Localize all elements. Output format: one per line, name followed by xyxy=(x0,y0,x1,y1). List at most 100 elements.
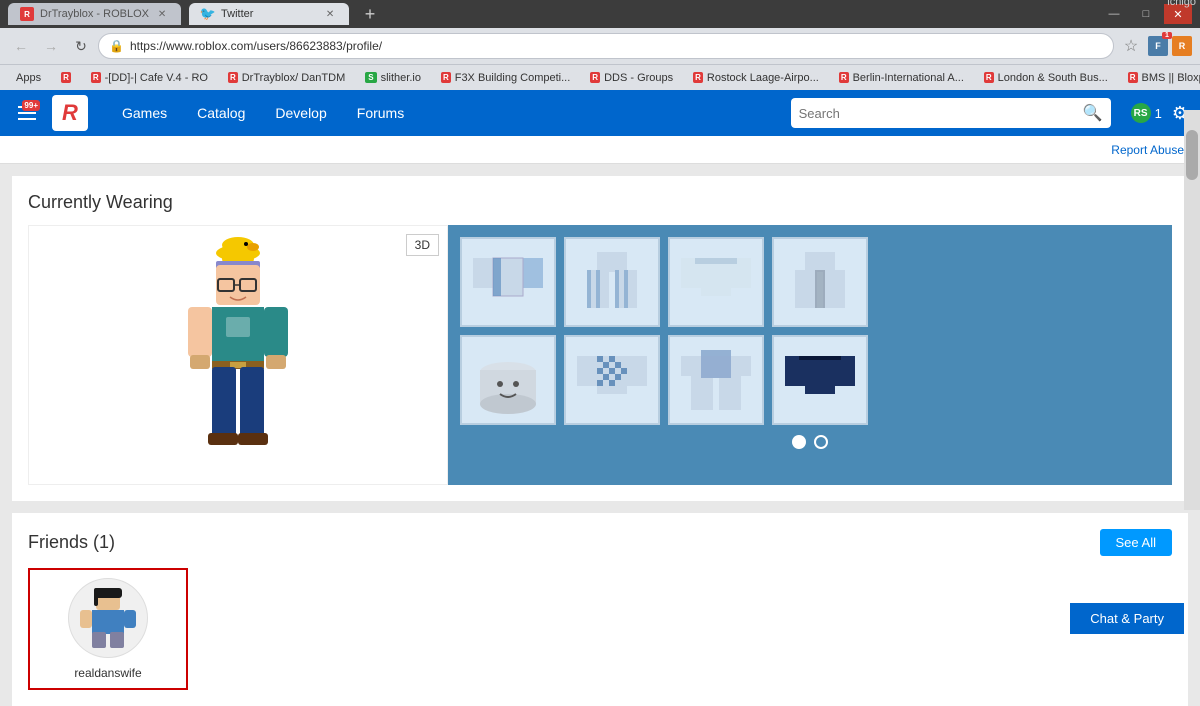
nav-bar: ← → ↻ 🔒 https://www.roblox.com/users/866… xyxy=(0,28,1200,64)
bookmarks-bar: Apps R R -[DD]-| Cafe V.4 - RO R DrTrayb… xyxy=(0,64,1200,90)
avatar-preview-area: 3D xyxy=(28,225,448,485)
currently-wearing-title: Currently Wearing xyxy=(28,192,1172,213)
minimize-button[interactable]: — xyxy=(1100,4,1128,24)
bms-label: BMS || Bloxport Midd... xyxy=(1142,72,1200,84)
header-right: RS 1 ⚙ xyxy=(1131,103,1188,124)
browser-chrome: ichigo R DrTrayblox - ROBLOX ✕ 🐦 Twitter… xyxy=(0,0,1200,90)
tab-twitter-close[interactable]: ✕ xyxy=(323,7,337,21)
rostock-icon: R xyxy=(693,72,703,83)
notification-badge: 99+ xyxy=(22,100,40,111)
cafe-label: -[DD]-| Cafe V.4 - RO xyxy=(105,72,208,84)
scrollbar[interactable] xyxy=(1184,110,1200,510)
rostock-label: Rostock Laage-Airpo... xyxy=(707,72,819,84)
chat-party-button[interactable]: Chat & Party xyxy=(1070,603,1184,634)
currently-wearing-section: Currently Wearing 3D xyxy=(12,176,1188,501)
london-label: London & South Bus... xyxy=(998,72,1108,84)
f3x-icon: R xyxy=(441,72,451,83)
tab-roblox-label: DrTrayblox - ROBLOX xyxy=(40,8,149,20)
see-all-button[interactable]: See All xyxy=(1100,529,1172,556)
slither-icon: S xyxy=(365,72,376,83)
extension-icon-1[interactable]: F 1 xyxy=(1148,36,1168,56)
items-row-1 xyxy=(460,237,1160,327)
item-8[interactable] xyxy=(772,335,868,425)
hamburger-line-2 xyxy=(18,112,36,114)
bookmark-roblox-r[interactable]: R xyxy=(53,67,79,89)
bookmark-berlin[interactable]: R Berlin-International A... xyxy=(831,67,972,89)
items-grid xyxy=(448,225,1172,485)
page-content: Report Abuse Currently Wearing 3D xyxy=(0,136,1200,706)
forward-button[interactable]: → xyxy=(38,33,64,59)
new-tab-button[interactable]: + xyxy=(357,1,383,27)
nav-develop[interactable]: Develop xyxy=(261,99,340,127)
search-icon[interactable]: 🔍 xyxy=(1083,103,1103,123)
bookmark-apps[interactable]: Apps xyxy=(8,67,49,89)
address-bar[interactable]: 🔒 https://www.roblox.com/users/86623883/… xyxy=(98,33,1114,59)
back-button[interactable]: ← xyxy=(8,33,34,59)
main-nav: Games Catalog Develop Forums xyxy=(108,99,418,127)
toggle-3d-button[interactable]: 3D xyxy=(406,234,439,256)
extension-icon-2[interactable]: R xyxy=(1172,36,1192,56)
twitter-favicon: 🐦 xyxy=(201,7,215,21)
item-1[interactable] xyxy=(460,237,556,327)
bookmark-f3x[interactable]: R F3X Building Competi... xyxy=(433,67,578,89)
tab-roblox-close[interactable]: ✕ xyxy=(155,7,169,21)
item-6[interactable] xyxy=(564,335,660,425)
nav-forums[interactable]: Forums xyxy=(343,99,418,127)
pagination-dot-2[interactable] xyxy=(814,435,828,449)
bookmark-slither[interactable]: S slither.io xyxy=(357,67,429,89)
item-7[interactable] xyxy=(668,335,764,425)
refresh-button[interactable]: ↻ xyxy=(68,33,94,59)
item-4[interactable] xyxy=(772,237,868,327)
robux-icon: RS xyxy=(1131,103,1151,123)
report-bar: Report Abuse xyxy=(0,136,1200,164)
bms-icon: R xyxy=(1128,72,1138,83)
browser-profile: ichigo xyxy=(1167,0,1196,8)
roblox-r-icon: R xyxy=(61,72,71,83)
roblox-header: 99+ R Games Catalog Develop Forums 🔍 RS … xyxy=(0,90,1200,136)
friend-card-realdanswife[interactable]: realdanswife xyxy=(28,568,188,690)
scroll-thumb[interactable] xyxy=(1186,130,1198,180)
report-abuse-link[interactable]: Report Abuse xyxy=(1111,143,1184,157)
apps-label: Apps xyxy=(16,72,41,84)
pagination-dot-1[interactable] xyxy=(792,435,806,449)
f3x-label: F3X Building Competi... xyxy=(455,72,571,84)
slither-label: slither.io xyxy=(381,72,421,84)
pagination-dots xyxy=(460,425,1160,453)
items-row-2 xyxy=(460,335,1160,425)
berlin-icon: R xyxy=(839,72,849,83)
cafe-icon: R xyxy=(91,72,101,83)
drtrayblox-bm-icon: R xyxy=(228,72,238,83)
nav-games[interactable]: Games xyxy=(108,99,181,127)
bookmark-bms[interactable]: R BMS || Bloxport Midd... xyxy=(1120,67,1200,89)
search-bar[interactable]: 🔍 xyxy=(791,98,1111,128)
item-5[interactable] xyxy=(460,335,556,425)
bookmark-dds[interactable]: R DDS - Groups xyxy=(582,67,681,89)
friend-username: realdanswife xyxy=(74,666,141,680)
tab-roblox[interactable]: R DrTrayblox - ROBLOX ✕ xyxy=(8,3,181,25)
url-text: https://www.roblox.com/users/86623883/pr… xyxy=(130,39,382,53)
search-input[interactable] xyxy=(799,106,1077,121)
london-icon: R xyxy=(984,72,994,83)
berlin-label: Berlin-International A... xyxy=(853,72,964,84)
ssl-lock-icon: 🔒 xyxy=(109,39,124,53)
robux-count: 1 xyxy=(1155,106,1162,121)
item-3[interactable] xyxy=(668,237,764,327)
roblox-logo[interactable]: R xyxy=(52,95,88,131)
item-2[interactable] xyxy=(564,237,660,327)
bookmark-drtrayblox[interactable]: R DrTrayblox/ DanTDM xyxy=(220,67,353,89)
bookmark-london[interactable]: R London & South Bus... xyxy=(976,67,1116,89)
hamburger-menu-button[interactable]: 99+ xyxy=(12,98,42,128)
dds-label: DDS - Groups xyxy=(604,72,673,84)
bookmark-star-button[interactable]: ☆ xyxy=(1118,33,1144,59)
title-bar: ichigo R DrTrayblox - ROBLOX ✕ 🐦 Twitter… xyxy=(0,0,1200,28)
tab-twitter-label: Twitter xyxy=(221,8,253,20)
hamburger-line-3 xyxy=(18,118,36,120)
maximize-button[interactable]: □ xyxy=(1132,4,1160,24)
bookmark-rostock[interactable]: R Rostock Laage-Airpo... xyxy=(685,67,827,89)
robux-button[interactable]: RS 1 xyxy=(1131,103,1162,123)
drtrayblox-label: DrTrayblox/ DanTDM xyxy=(242,72,346,84)
nav-catalog[interactable]: Catalog xyxy=(183,99,259,127)
bookmark-cafe[interactable]: R -[DD]-| Cafe V.4 - RO xyxy=(83,67,216,89)
tab-twitter[interactable]: 🐦 Twitter ✕ xyxy=(189,3,349,25)
friend-avatar xyxy=(68,578,148,658)
